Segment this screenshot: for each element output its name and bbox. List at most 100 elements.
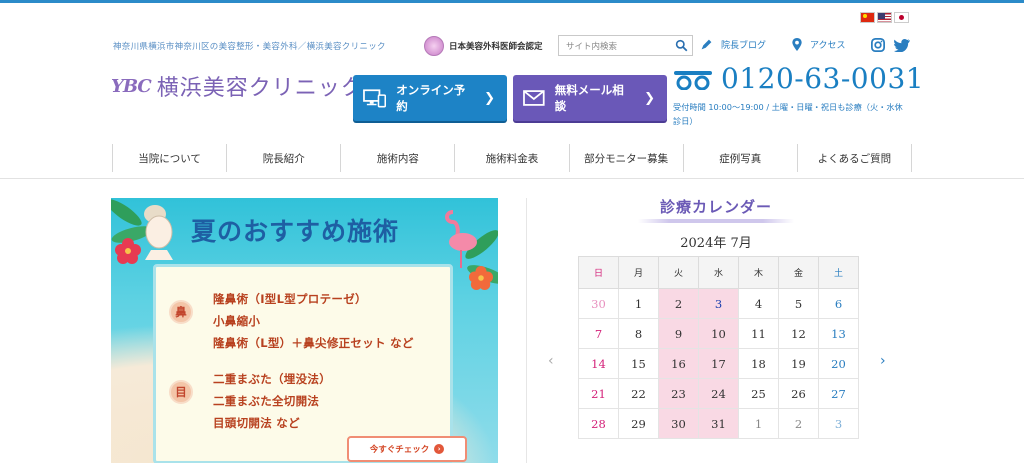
summer-promo-banner[interactable]: 夏のおすすめ施術 鼻 隆鼻術（I型L型プロテーゼ） 小鼻縮小 隆鼻術（L型）＋鼻… [111, 198, 498, 463]
calendar-day: 29 [618, 408, 659, 439]
calendar-day: 3 [818, 408, 859, 439]
calendar-day-closed: 16 [658, 348, 699, 379]
jp-flag-icon[interactable] [894, 12, 909, 23]
weekday-header: 月 [618, 256, 659, 289]
main-navigation: 当院について 院長紹介 施術内容 施術料金表 部分モニター募集 症例写真 よくあ… [112, 144, 912, 172]
freedial-icon [674, 70, 712, 90]
banner-title: 夏のおすすめ施術 [191, 217, 400, 246]
blog-label: 院長ブログ [721, 41, 767, 51]
search-icon[interactable] [675, 39, 688, 52]
weekday-header: 火 [658, 256, 699, 289]
calendar-day: 21 [578, 378, 619, 409]
calendar-day-closed: 31 [698, 408, 739, 439]
association-label: 日本美容外科医師会認定 [449, 42, 543, 52]
phone-number[interactable]: 0120-63-0031 [673, 62, 924, 95]
calendar-day-closed: 24 [698, 378, 739, 409]
us-flag-icon[interactable] [877, 12, 892, 23]
calendar-day: 20 [818, 348, 859, 379]
search-input[interactable]: サイト内検索 [566, 40, 675, 52]
association-badge[interactable]: 日本美容外科医師会認定 [424, 36, 543, 56]
banner-panel: 鼻 隆鼻術（I型L型プロテーゼ） 小鼻縮小 隆鼻術（L型）＋鼻尖修正セット など… [153, 264, 467, 463]
calendar-weekday-row: 日 月 火 水 木 金 土 [578, 256, 859, 289]
calendar-prev-icon[interactable]: ‹ [548, 353, 554, 369]
calendar-day: 26 [778, 378, 819, 409]
online-reservation-label: オンライン予約 [396, 83, 466, 113]
flamingo-icon [445, 210, 477, 268]
calendar-day: 28 [578, 408, 619, 439]
site-tagline: 神奈川県横浜市神奈川区の美容整形・美容外科／横浜美容クリニック [113, 42, 386, 52]
phone-digits: 0120-63-0031 [721, 62, 925, 95]
calendar-day: 25 [738, 378, 779, 409]
cn-flag-icon[interactable] [860, 12, 875, 23]
eye-item: 二重まぶた全切開法 [213, 394, 320, 408]
access-link[interactable]: アクセス [792, 38, 846, 51]
instagram-icon[interactable] [871, 38, 885, 52]
calendar-day: 15 [618, 348, 659, 379]
calendar-title-underline [638, 219, 794, 223]
site-logo[interactable]: YBC 横浜美容クリニック [111, 70, 364, 102]
weekday-header: 金 [778, 256, 819, 289]
column-divider [526, 198, 527, 463]
nose-item: 小鼻縮小 [213, 314, 261, 328]
calendar-week-row: 28 29 30 31 1 2 3 [578, 408, 859, 439]
online-reservation-button[interactable]: オンライン予約 ❯ [353, 75, 507, 121]
chevron-right-icon: ❯ [644, 90, 655, 106]
blog-link[interactable]: 院長ブログ [700, 38, 766, 51]
calendar-day: 12 [778, 318, 819, 349]
calendar-day: 19 [778, 348, 819, 379]
top-accent-bar [0, 0, 1024, 3]
mail-consult-button[interactable]: 無料メール相談 ❯ [513, 75, 667, 121]
chevron-right-icon: ❯ [484, 90, 495, 106]
hibiscus-icon [115, 238, 141, 264]
nose-category-badge: 鼻 [169, 300, 193, 324]
envelope-icon [523, 90, 545, 106]
language-switcher [860, 12, 909, 23]
nav-item-prices[interactable]: 施術料金表 [455, 144, 570, 172]
nav-item-treatments[interactable]: 施術内容 [341, 144, 456, 172]
hibiscus-icon [469, 266, 493, 290]
calendar-day-closed: 10 [698, 318, 739, 349]
weekday-header: 木 [738, 256, 779, 289]
calendar-day: 30 [578, 288, 619, 319]
weekday-header: 水 [698, 256, 739, 289]
calendar-day: 5 [778, 288, 819, 319]
mail-consult-label: 無料メール相談 [554, 83, 624, 113]
calendar-week-row: 7 8 9 10 11 12 13 [578, 318, 859, 349]
calendar-day-closed: 2 [658, 288, 699, 319]
weekday-header: 日 [578, 256, 619, 289]
nose-item: 隆鼻術（L型）＋鼻尖修正セット など [213, 336, 414, 350]
business-hours: 受付時間 10:00～19:00 / 土曜・日曜・祝日も診療（火・水休診日） [673, 102, 903, 126]
nav-item-faq[interactable]: よくあるご質問 [798, 144, 912, 172]
calendar-title: 診療カレンダー [659, 198, 772, 216]
twitter-icon[interactable] [894, 38, 910, 52]
nav-item-monitor[interactable]: 部分モニター募集 [570, 144, 684, 172]
calendar-next-icon[interactable]: › [880, 353, 886, 369]
check-now-button[interactable]: 今すぐチェック › [347, 436, 467, 462]
header-divider [0, 178, 1024, 179]
calendar-day: 13 [818, 318, 859, 349]
calendar-day-closed: 23 [658, 378, 699, 409]
calendar-day: 7 [578, 318, 619, 349]
arrow-right-icon: › [434, 444, 445, 454]
calendar-day-closed: 17 [698, 348, 739, 379]
calendar-month: 2024年 7月 [680, 236, 752, 251]
weekday-header: 土 [818, 256, 859, 289]
eye-item: 二重まぶた（埋没法） [213, 372, 331, 386]
calendar-day: 14 [578, 348, 619, 379]
eye-item: 目頭切開法 など [213, 416, 300, 430]
site-search[interactable]: サイト内検索 [558, 35, 693, 56]
calendar-day: 22 [618, 378, 659, 409]
calendar-day: 6 [818, 288, 859, 319]
calendar-day: 2 [778, 408, 819, 439]
calendar-day-closed: 3 [698, 288, 739, 319]
calendar-day-closed: 9 [658, 318, 699, 349]
nav-item-director[interactable]: 院長紹介 [227, 144, 342, 172]
calendar-week-row: 21 22 23 24 25 26 27 [578, 378, 859, 409]
nav-item-about[interactable]: 当院について [113, 144, 228, 172]
nav-item-cases[interactable]: 症例写真 [684, 144, 798, 172]
calendar-week-row: 30 1 2 3 4 5 6 [578, 288, 859, 319]
social-links [871, 38, 910, 52]
logo-mark: YBC [111, 75, 152, 97]
map-pin-icon [792, 38, 802, 51]
calendar-day: 27 [818, 378, 859, 409]
